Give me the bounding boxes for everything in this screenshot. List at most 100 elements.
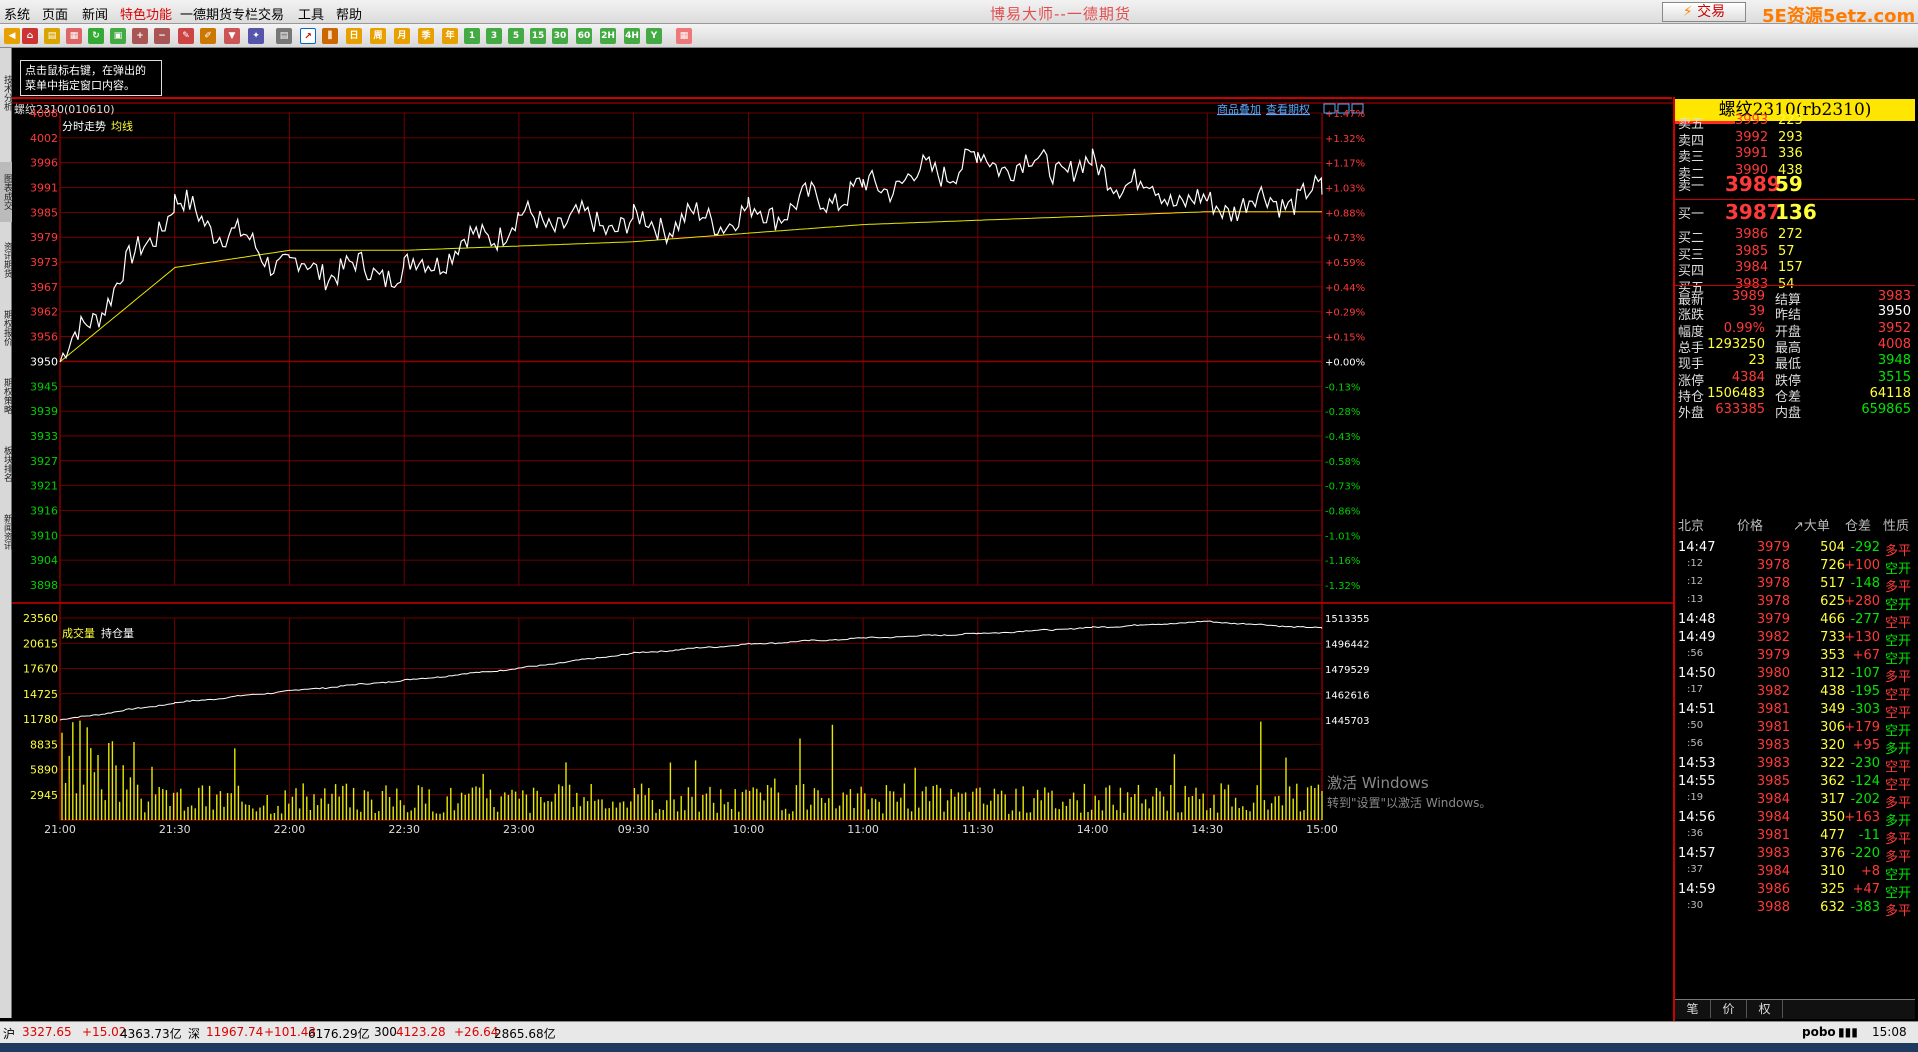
tab-price[interactable]: 价: [1711, 1000, 1747, 1018]
tick-time: 14:48: [1678, 612, 1716, 627]
price-tick: 4008: [30, 107, 58, 120]
period-4h-button[interactable]: 4H: [624, 28, 640, 44]
side-tab-sector-rank[interactable]: 板块排名: [0, 434, 12, 494]
table-icon[interactable]: ▤: [276, 28, 292, 44]
tick-oi-change: -202: [1850, 792, 1880, 807]
tick-price: 3983: [1756, 738, 1790, 753]
tick-header-volume: ↗大单: [1793, 519, 1830, 534]
tick-time: :17: [1687, 684, 1704, 695]
side-tab-technical[interactable]: 技术分析: [0, 50, 12, 136]
book-icon[interactable]: ▦: [66, 28, 82, 44]
tick-time: :13: [1687, 594, 1704, 605]
intraday-chart-icon[interactable]: ↗: [300, 28, 316, 44]
price-tick: 3904: [30, 554, 58, 567]
stat-value: 633385: [1715, 402, 1765, 418]
back-icon[interactable]: ◀: [4, 28, 20, 44]
zoom-in-icon[interactable]: +: [132, 28, 148, 44]
side-tab-news[interactable]: 新闻资讯: [0, 502, 12, 562]
h300-label: 300: [374, 1025, 397, 1039]
period-week-button[interactable]: 周: [370, 28, 386, 44]
bid-volume: 136: [1775, 200, 1817, 224]
menu-features[interactable]: 特色功能: [120, 4, 172, 23]
zoom-out-icon[interactable]: −: [154, 28, 170, 44]
kline-icon[interactable]: ⫼: [322, 28, 338, 44]
signal-icon: ▮▮▮: [1838, 1025, 1858, 1039]
percent-tick: +0.00%: [1325, 357, 1365, 368]
period-3min-button[interactable]: 3: [486, 28, 502, 44]
settings-icon[interactable]: ✦: [248, 28, 264, 44]
period-15min-button[interactable]: 15: [530, 28, 546, 44]
period-5min-button[interactable]: 5: [508, 28, 524, 44]
intraday-chart[interactable]: 螺纹2310(010610) 商品叠加 查看期权 分时走势 均线 成交量 持仓量…: [12, 99, 1673, 1021]
percent-tick: +0.15%: [1325, 333, 1365, 344]
tick-volume: 325: [1820, 882, 1845, 897]
period-month-button[interactable]: 月: [394, 28, 410, 44]
tick-header-time: 北京: [1678, 519, 1705, 534]
tick-time: 14:59: [1678, 882, 1716, 897]
period-y-button[interactable]: Y: [646, 28, 662, 44]
tick-header-nature: 性质: [1883, 519, 1910, 534]
period-day-button[interactable]: 日: [346, 28, 362, 44]
calendar-icon[interactable]: ▦: [676, 28, 692, 44]
tick-oi-change: +8: [1860, 864, 1880, 879]
period-1min-button[interactable]: 1: [464, 28, 480, 44]
draw-icon[interactable]: ✐: [200, 28, 216, 44]
ask-row: 卖一 3989 59: [1675, 172, 1915, 196]
trade-button[interactable]: ⚡ 交易: [1662, 2, 1746, 22]
tick-oi-change: -220: [1850, 846, 1880, 861]
menu-news[interactable]: 新闻: [82, 4, 108, 23]
filter-icon[interactable]: ▼: [224, 28, 240, 44]
oi-tick: 1496442: [1325, 640, 1370, 651]
windows-activation-hint: 转到"设置"以激活 Windows。: [1327, 796, 1492, 810]
period-2h-button[interactable]: 2H: [600, 28, 616, 44]
tick-row[interactable]: :30 3988 632 -383 多平: [1675, 897, 1915, 919]
oi-tick: 1462616: [1325, 691, 1370, 702]
menu-system[interactable]: 系统: [4, 4, 30, 23]
refresh-icon[interactable]: ↻: [88, 28, 104, 44]
tab-trades[interactable]: 笔: [1675, 1000, 1711, 1018]
app-window: 系统 页面 新闻 特色功能 一德期货专栏 交易 工具 帮助 博易大师--一德期货…: [0, 0, 1918, 1052]
menu-help[interactable]: 帮助: [336, 4, 362, 23]
side-tab-option-quote[interactable]: 期权报价: [0, 298, 12, 358]
period-30min-button[interactable]: 30: [552, 28, 568, 44]
tick-time: 14:53: [1678, 756, 1716, 771]
home-icon[interactable]: ⌂: [22, 28, 38, 44]
tab-rights[interactable]: 权: [1747, 1000, 1783, 1018]
menu-page[interactable]: 页面: [42, 4, 68, 23]
price-tick: 3916: [30, 504, 58, 517]
ask-volume: 59: [1775, 172, 1803, 196]
tick-volume: 625: [1820, 594, 1845, 609]
tick-time: 14:56: [1678, 810, 1716, 825]
period-year-button[interactable]: 年: [442, 28, 458, 44]
tick-volume: 376: [1820, 846, 1845, 861]
percent-tick: -1.32%: [1325, 581, 1360, 592]
overlay-link[interactable]: 商品叠加: [1217, 102, 1261, 116]
price-tick: 4002: [30, 132, 58, 145]
window-icon[interactable]: ▣: [110, 28, 126, 44]
menu-yide-column[interactable]: 一德期货专栏: [180, 4, 258, 23]
brand-label: pobo: [1802, 1025, 1836, 1039]
tick-oi-change: +95: [1852, 738, 1880, 753]
folder-icon[interactable]: ▤: [44, 28, 60, 44]
menu-trade[interactable]: 交易: [258, 4, 284, 23]
option-link[interactable]: 查看期权: [1266, 102, 1310, 116]
tick-nature: 多平: [1885, 904, 1912, 919]
tick-oi-change: +100: [1844, 558, 1880, 573]
time-tick: 21:00: [44, 823, 76, 836]
legend-price: 分时走势: [62, 120, 106, 133]
pen-icon[interactable]: ✎: [178, 28, 194, 44]
side-tab-chart[interactable]: 图表成交: [0, 162, 12, 222]
tick-price: 3982: [1756, 684, 1790, 699]
tick-oi-change: -230: [1850, 756, 1880, 771]
period-quarter-button[interactable]: 季: [418, 28, 434, 44]
period-60min-button[interactable]: 60: [576, 28, 592, 44]
tick-volume: 726: [1820, 558, 1845, 573]
volume-tick: 5890: [30, 764, 58, 777]
price-tick: 3898: [30, 579, 58, 592]
menu-tools[interactable]: 工具: [298, 4, 324, 23]
tick-volume: 349: [1820, 702, 1845, 717]
volume-tick: 8835: [30, 738, 58, 751]
side-tab-news-futures[interactable]: 资讯期货: [0, 230, 12, 290]
price-tick: 3945: [30, 380, 58, 393]
side-tab-option-strategy[interactable]: 期权策略: [0, 366, 12, 426]
